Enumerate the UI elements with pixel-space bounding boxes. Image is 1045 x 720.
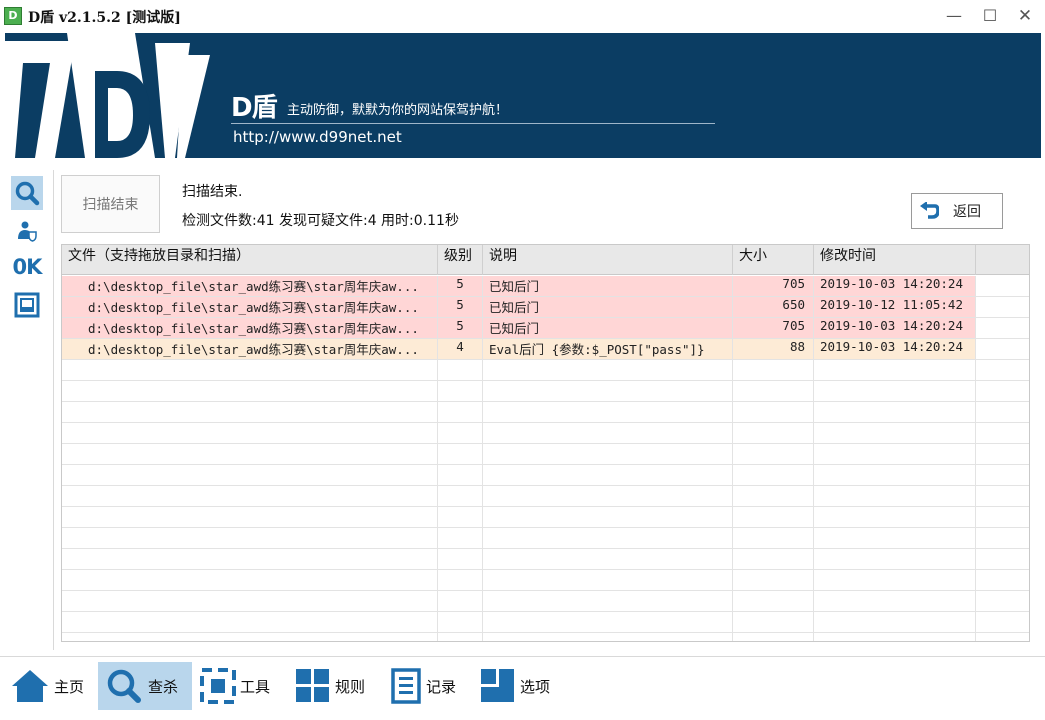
- table-row[interactable]: d:\desktop_file\star_awd练习赛\star周年庆aw...…: [62, 318, 1029, 339]
- close-button[interactable]: ✕: [1010, 4, 1040, 28]
- column-header-level[interactable]: 级别: [438, 245, 483, 275]
- empty-row: [62, 381, 1029, 402]
- toolbar-options-button[interactable]: 选项: [480, 662, 560, 710]
- cell-level: 5: [438, 318, 483, 338]
- cell-level: 5: [438, 276, 483, 296]
- column-header-modified[interactable]: 修改时间: [814, 245, 976, 275]
- column-header-extra: [976, 245, 1029, 275]
- empty-row: [62, 444, 1029, 465]
- toolbar-scan-label: 查杀: [148, 677, 179, 696]
- empty-row: [62, 570, 1029, 591]
- empty-row: [62, 591, 1029, 612]
- cell-file: d:\desktop_file\star_awd练习赛\star周年庆aw...: [62, 276, 438, 296]
- app-logo-icon: D: [4, 7, 22, 25]
- column-header-description[interactable]: 说明: [483, 245, 733, 275]
- column-header-file[interactable]: 文件（支持拖放目录和扫描）: [62, 245, 438, 275]
- toolbar-scan-button[interactable]: 查杀: [98, 662, 192, 710]
- table-row[interactable]: d:\desktop_file\star_awd练习赛\star周年庆aw...…: [62, 276, 1029, 297]
- cell-file: d:\desktop_file\star_awd练习赛\star周年庆aw...: [62, 339, 438, 359]
- cell-modified: 2019-10-03 14:20:24: [814, 339, 976, 359]
- cell-description: 已知后门: [483, 297, 733, 317]
- nav-scan-button[interactable]: [11, 176, 43, 210]
- scan-end-button[interactable]: 扫描结束: [61, 175, 160, 233]
- toolbar-home-label: 主页: [54, 677, 85, 696]
- cell-modified: 2019-10-12 11:05:42: [814, 297, 976, 317]
- banner-divider: [231, 123, 715, 124]
- empty-row: [62, 633, 1029, 641]
- cell-modified: 2019-10-03 14:20:24: [814, 318, 976, 338]
- toolbar-tools-button[interactable]: 工具: [200, 662, 280, 710]
- empty-row: [62, 549, 1029, 570]
- d-shield-logo: [5, 33, 210, 158]
- empty-row: [62, 465, 1029, 486]
- cell-description: 已知后门: [483, 318, 733, 338]
- search-icon: [107, 669, 141, 703]
- table-row[interactable]: d:\desktop_file\star_awd练习赛\star周年庆aw...…: [62, 297, 1029, 318]
- empty-row: [62, 612, 1029, 633]
- options-icon: [481, 669, 514, 702]
- cell-extra: [976, 339, 1029, 359]
- cell-modified: 2019-10-03 14:20:24: [814, 276, 976, 296]
- cell-size: 705: [733, 318, 814, 338]
- toolbar-home-button[interactable]: 主页: [10, 662, 88, 710]
- cell-description: 已知后门: [483, 276, 733, 296]
- nav-window-button[interactable]: [11, 288, 43, 322]
- column-header-size[interactable]: 大小: [733, 245, 814, 275]
- cell-level: 5: [438, 297, 483, 317]
- home-icon: [12, 670, 48, 702]
- user-shield-icon: [18, 221, 37, 242]
- toolbar-rules-button[interactable]: 规则: [295, 662, 375, 710]
- banner-brand: D盾: [231, 93, 278, 123]
- cell-level: 4: [438, 339, 483, 359]
- banner-slogan: 主动防御，默默为你的网站保驾护航！: [287, 103, 509, 118]
- back-button-label: 返回: [953, 204, 981, 220]
- maximize-button[interactable]: ☐: [975, 4, 1005, 28]
- cell-size: 650: [733, 297, 814, 317]
- results-table[interactable]: 文件（支持拖放目录和扫描） 级别 说明 大小 修改时间 d:\desktop_f…: [61, 244, 1030, 642]
- window-icon: [14, 292, 40, 318]
- nav-user-button[interactable]: [11, 214, 43, 248]
- cell-file: d:\desktop_file\star_awd练习赛\star周年庆aw...: [62, 297, 438, 317]
- list-icon: [391, 668, 421, 704]
- back-button[interactable]: 返回: [911, 193, 1003, 229]
- toolbar-options-label: 选项: [520, 677, 551, 696]
- cell-size: 705: [733, 276, 814, 296]
- empty-row: [62, 486, 1029, 507]
- tools-icon: [200, 668, 236, 704]
- cell-size: 88: [733, 339, 814, 359]
- cell-extra: [976, 297, 1029, 317]
- empty-row: [62, 360, 1029, 381]
- toolbar-tools-label: 工具: [240, 677, 271, 696]
- banner: D盾 主动防御，默默为你的网站保驾护航！ http://www.d99net.n…: [5, 33, 1041, 158]
- minimize-button[interactable]: —: [939, 4, 969, 28]
- cell-file: d:\desktop_file\star_awd练习赛\star周年庆aw...: [62, 318, 438, 338]
- empty-row: [62, 402, 1029, 423]
- scan-stats: 检测文件数:41 发现可疑文件:4 用时:0.11秒: [182, 213, 459, 229]
- table-body: d:\desktop_file\star_awd练习赛\star周年庆aw...…: [62, 276, 1029, 641]
- nav-ok-label: 0K: [12, 255, 43, 279]
- search-icon: [15, 181, 40, 206]
- bottom-toolbar: 主页 查杀 工具 规则 记录 选项: [0, 656, 1045, 720]
- empty-row: [62, 423, 1029, 444]
- undo-icon: [920, 202, 939, 219]
- cell-extra: [976, 318, 1029, 338]
- title-bar: D D盾 v2.1.5.2 [测试版] — ☐ ✕: [0, 0, 1045, 33]
- grid-icon: [296, 669, 329, 702]
- empty-row: [62, 507, 1029, 528]
- toolbar-log-button[interactable]: 记录: [390, 662, 470, 710]
- banner-url[interactable]: http://www.d99net.net: [233, 128, 402, 146]
- toolbar-rules-label: 规则: [335, 677, 366, 696]
- table-header: 文件（支持拖放目录和扫描） 级别 说明 大小 修改时间: [62, 245, 1029, 275]
- table-row[interactable]: d:\desktop_file\star_awd练习赛\star周年庆aw...…: [62, 339, 1029, 360]
- cell-extra: [976, 276, 1029, 296]
- left-nav: 0K: [0, 170, 54, 650]
- cell-description: Eval后门 {参数:$_POST["pass"]}: [483, 339, 733, 359]
- nav-ok-button[interactable]: 0K: [11, 250, 43, 284]
- toolbar-log-label: 记录: [426, 677, 457, 696]
- empty-row: [62, 528, 1029, 549]
- scan-status: 扫描结束.: [182, 184, 243, 200]
- window-title: D盾 v2.1.5.2 [测试版]: [28, 10, 181, 26]
